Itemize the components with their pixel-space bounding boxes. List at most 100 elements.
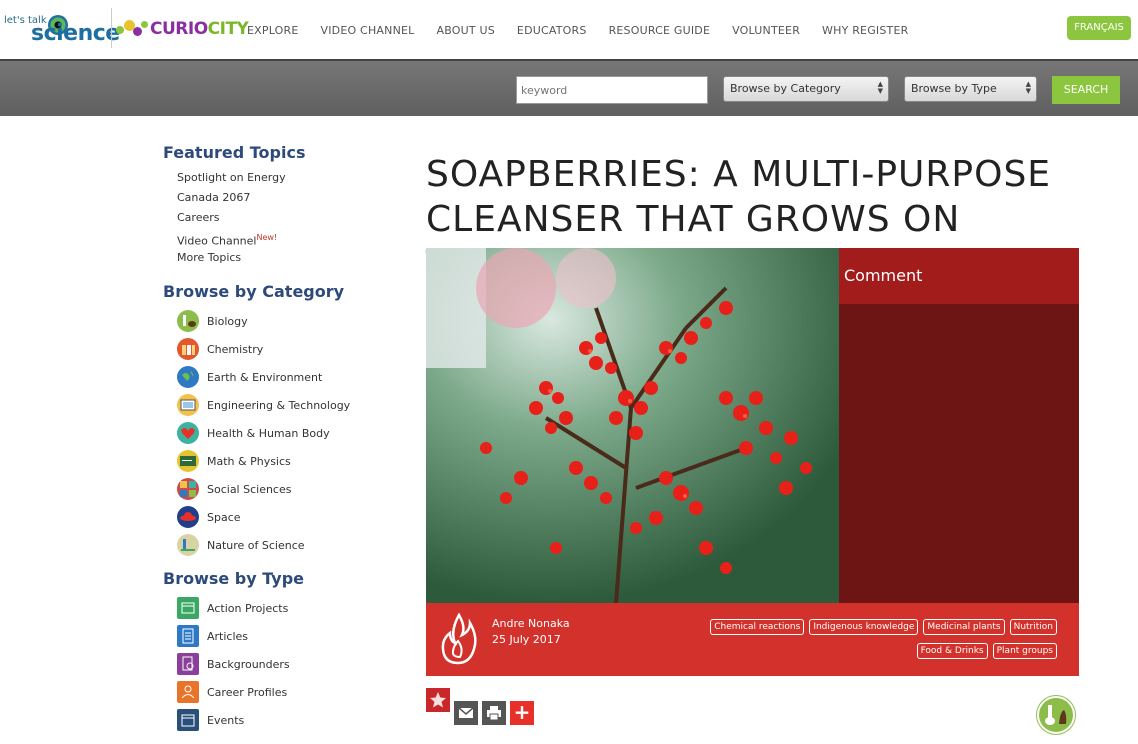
engineering-icon xyxy=(177,394,199,416)
featured-video-channel[interactable]: Video ChannelNew! xyxy=(177,228,403,248)
select-arrows-icon: ▲ ▼ xyxy=(877,80,883,95)
tag-indigenous-knowledge[interactable]: Indigenous knowledge xyxy=(809,619,919,635)
nav-about-us[interactable]: ABOUT US xyxy=(436,24,494,37)
logo-divider xyxy=(111,8,112,48)
tag-medicinal-plants[interactable]: Medicinal plants xyxy=(923,619,1005,635)
search-bar: Browse by Category ▲▼ Browse by Type ▲▼ … xyxy=(0,59,1138,116)
featured-careers[interactable]: Careers xyxy=(177,208,403,228)
featured-spotlight-energy[interactable]: Spotlight on Energy xyxy=(177,168,403,188)
hero-image xyxy=(426,248,839,603)
select-arrows-icon: ▲ ▼ xyxy=(1025,80,1031,95)
browse-type-select[interactable]: Browse by Type ▲ ▼ xyxy=(904,76,1037,102)
curiocity-logo[interactable]: CURIOCITY xyxy=(116,14,249,44)
featured-canada-2067[interactable]: Canada 2067 xyxy=(177,188,403,208)
featured-topics-heading: Featured Topics xyxy=(163,143,306,162)
nature-icon xyxy=(177,534,199,556)
category-label: Biology xyxy=(207,314,248,328)
type-articles[interactable]: Articles xyxy=(177,622,403,650)
articles-icon xyxy=(177,625,199,647)
category-chemistry[interactable]: Chemistry xyxy=(177,335,403,363)
chemistry-icon xyxy=(177,338,199,360)
earth-icon xyxy=(177,366,199,388)
logo-curio-a: CURIO xyxy=(150,19,208,39)
tag-chemical-reactions[interactable]: Chemical reactions xyxy=(710,619,805,635)
category-label: Space xyxy=(207,510,241,524)
category-label: Earth & Environment xyxy=(207,370,323,384)
type-label: Events xyxy=(207,713,245,727)
nav-volunteer[interactable]: VOLUNTEER xyxy=(732,24,800,37)
events-icon xyxy=(177,709,199,731)
nav-resource-guide[interactable]: RESOURCE GUIDE xyxy=(609,24,711,37)
tag-plant-groups[interactable]: Plant groups xyxy=(992,643,1057,659)
type-label: Backgrounders xyxy=(207,657,290,671)
article-meta-bar: Andre Nonaka 25 July 2017 Chemical react… xyxy=(426,603,1079,676)
featured-more-topics[interactable]: More Topics xyxy=(177,248,403,268)
email-share-button[interactable] xyxy=(454,701,478,725)
new-badge: New! xyxy=(256,233,278,242)
tag-nutrition[interactable]: Nutrition xyxy=(1009,619,1057,635)
category-label: Health & Human Body xyxy=(207,426,330,440)
type-career-profiles[interactable]: Career Profiles xyxy=(177,678,403,706)
action-projects-icon xyxy=(177,597,199,619)
browse-category-heading: Browse by Category xyxy=(163,282,345,301)
type-label: Career Profiles xyxy=(207,685,288,699)
social-icon xyxy=(177,478,199,500)
author-link[interactable]: Andre Nonaka xyxy=(492,617,570,630)
chemistry-flame-icon xyxy=(441,613,477,665)
soapberries-photo xyxy=(426,248,839,603)
category-space[interactable]: Space xyxy=(177,503,403,531)
category-earth-environment[interactable]: Earth & Environment xyxy=(177,363,403,391)
francais-button[interactable]: FRANÇAIS xyxy=(1067,16,1131,40)
nav-video-channel[interactable]: VIDEO CHANNEL xyxy=(321,24,415,37)
lets-talk-science-logo[interactable]: let's talk science xyxy=(4,12,120,46)
featured-video-channel-label: Video Channel xyxy=(177,234,257,248)
logo-lts-big: science xyxy=(31,21,120,46)
keyword-input[interactable] xyxy=(516,76,708,104)
top-bar: let's talk science CURIOCITY EXPLORE VID… xyxy=(0,0,1138,60)
type-label: Action Projects xyxy=(207,601,289,615)
category-label: Social Sciences xyxy=(207,482,292,496)
browse-category-select[interactable]: Browse by Category ▲ ▼ xyxy=(723,76,889,102)
type-events[interactable]: Events xyxy=(177,706,403,734)
nav-explore[interactable]: EXPLORE xyxy=(247,24,299,37)
nav-why-register[interactable]: WHY REGISTER xyxy=(822,24,908,37)
type-label: Articles xyxy=(207,629,249,643)
math-icon xyxy=(177,450,199,472)
category-list: Biology Chemistry Earth & Environment En… xyxy=(177,307,403,559)
sidebar: Featured Topics Spotlight on Energy Cana… xyxy=(163,143,403,744)
backgrounders-icon xyxy=(177,653,199,675)
browse-category-value: Browse by Category xyxy=(730,82,841,95)
category-label: Chemistry xyxy=(207,342,264,356)
print-button[interactable] xyxy=(482,701,506,725)
category-engineering-technology[interactable]: Engineering & Technology xyxy=(177,391,403,419)
nav-educators[interactable]: EDUCATORS xyxy=(517,24,587,37)
logo-curio-b: CITY xyxy=(207,19,249,39)
comment-button[interactable]: Comment xyxy=(839,248,1079,304)
category-social-sciences[interactable]: Social Sciences xyxy=(177,475,403,503)
publish-date: 25 July 2017 xyxy=(492,633,561,646)
category-biology[interactable]: Biology xyxy=(177,307,403,335)
category-math-physics[interactable]: Math & Physics xyxy=(177,447,403,475)
category-nature-of-science[interactable]: Nature of Science xyxy=(177,531,403,559)
biology-icon xyxy=(177,310,199,332)
browse-type-heading: Browse by Type xyxy=(163,569,305,588)
type-backgrounders[interactable]: Backgrounders xyxy=(177,650,403,678)
category-label: Engineering & Technology xyxy=(207,398,351,412)
main-nav: EXPLORE VIDEO CHANNEL ABOUT US EDUCATORS… xyxy=(247,24,930,37)
category-label: Nature of Science xyxy=(207,538,305,552)
molecule-icon xyxy=(116,18,150,38)
type-action-projects[interactable]: Action Projects xyxy=(177,594,403,622)
search-button[interactable]: SEARCH xyxy=(1052,76,1120,104)
browse-type-value: Browse by Type xyxy=(911,82,997,95)
plus-icon: + xyxy=(513,700,531,724)
logo-curio-word: CURIOCITY xyxy=(150,19,249,39)
category-label: Math & Physics xyxy=(207,454,291,468)
category-health-human-body[interactable]: Health & Human Body xyxy=(177,419,403,447)
featured-topics-list: Spotlight on Energy Canada 2067 Careers … xyxy=(177,168,403,268)
career-icon xyxy=(177,681,199,703)
printer-icon xyxy=(487,706,501,721)
favourite-star-button[interactable] xyxy=(426,688,450,712)
add-share-button[interactable]: + xyxy=(510,701,534,725)
type-list: Action Projects Articles Backgrounders C… xyxy=(177,594,403,734)
tag-food-drinks[interactable]: Food & Drinks xyxy=(916,643,988,659)
